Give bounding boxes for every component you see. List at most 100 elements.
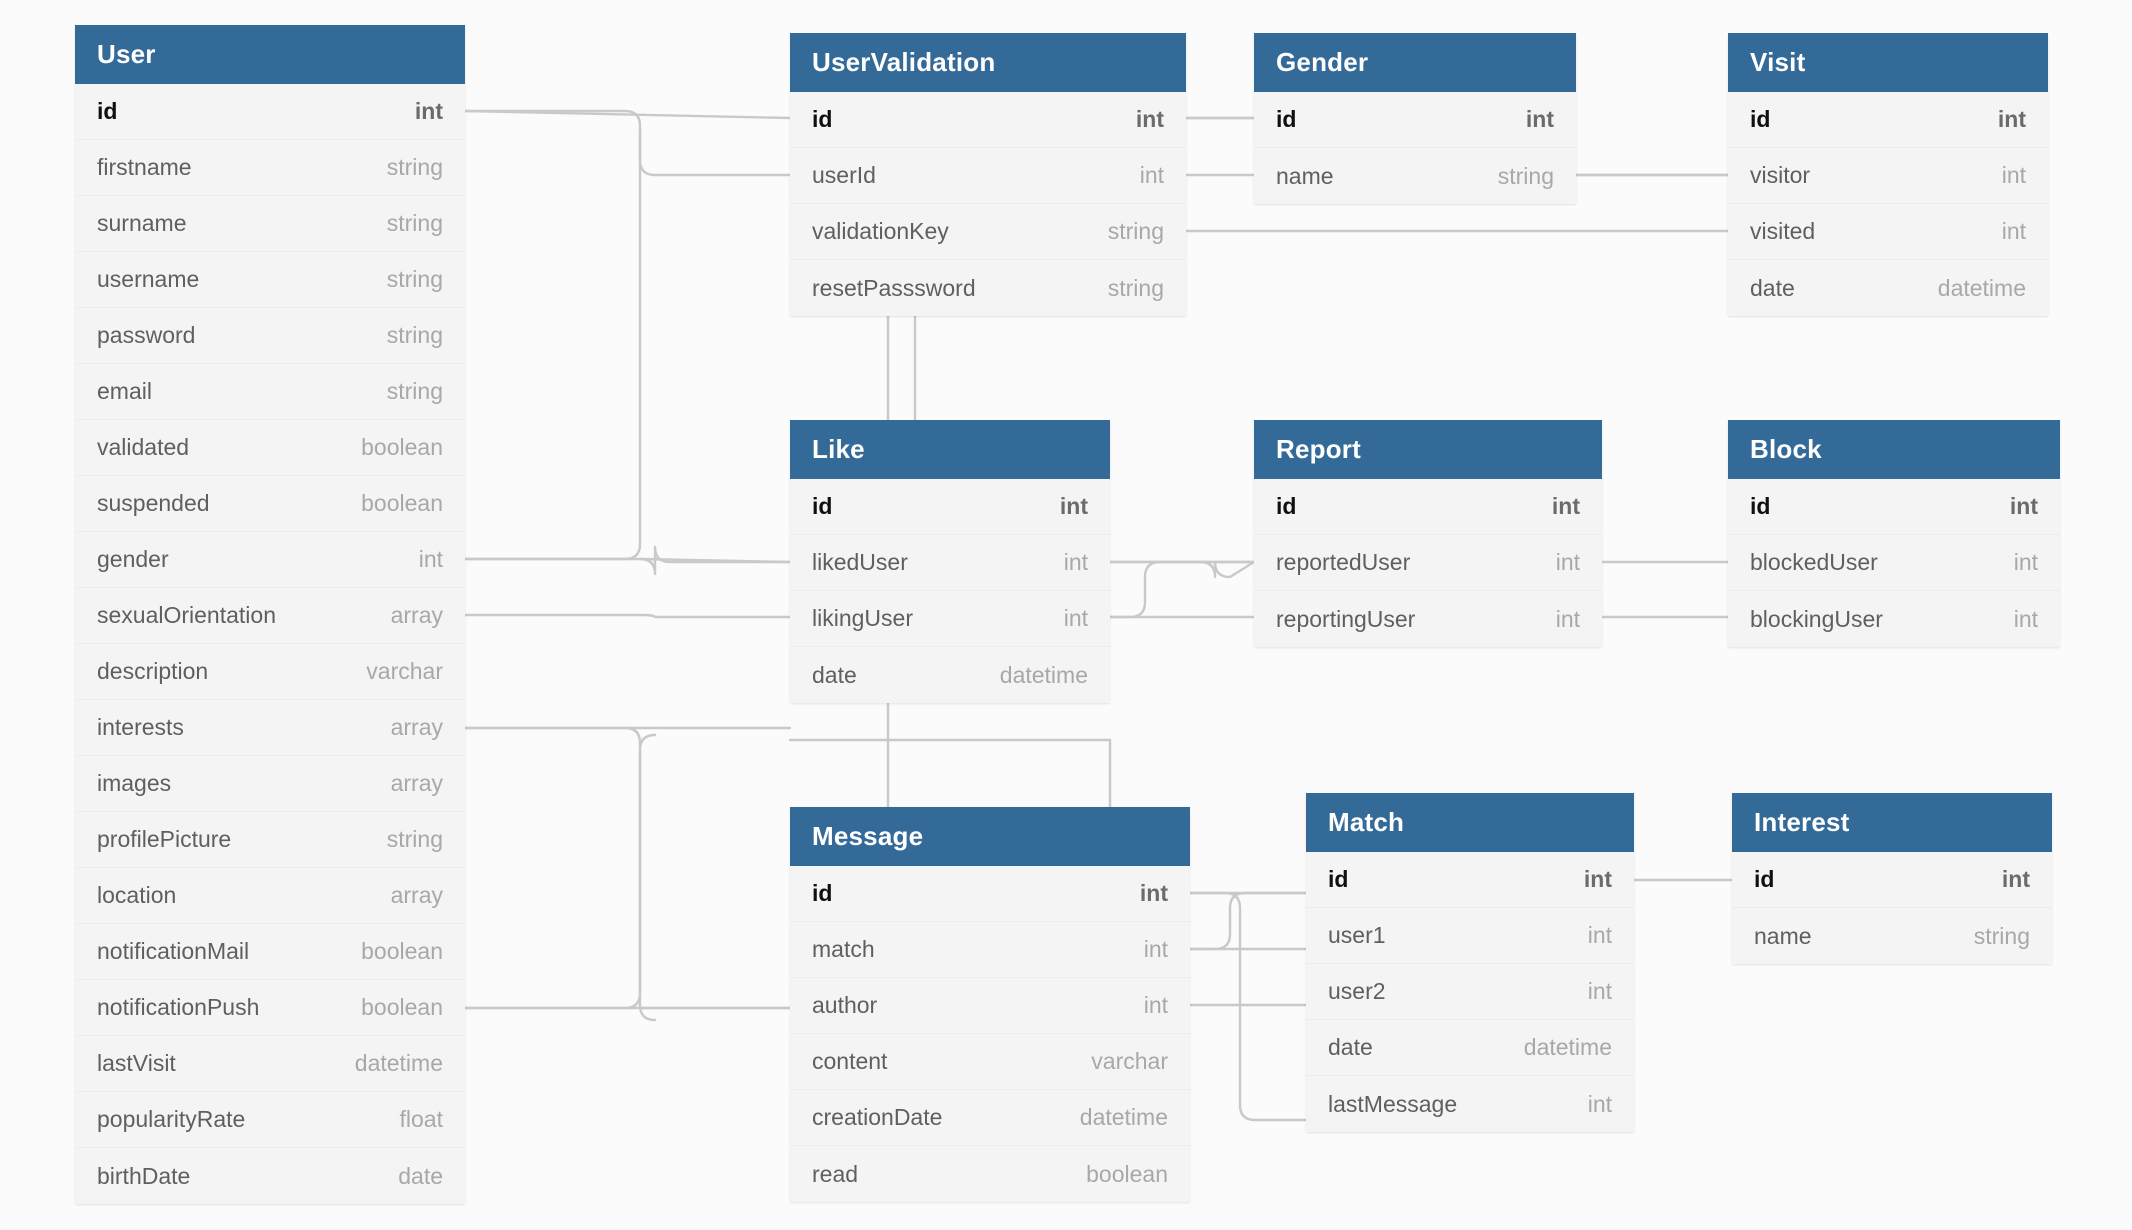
field-type: datetime: [1079, 1104, 1168, 1130]
field-row[interactable]: interests array: [75, 700, 465, 756]
field-row[interactable]: email string: [75, 364, 465, 420]
field-row[interactable]: lastMessage int: [1306, 1076, 1634, 1132]
field-row[interactable]: password string: [75, 308, 465, 364]
entity-table-message[interactable]: Message id int match int author int content varc…: [790, 807, 1190, 1202]
field-name: name: [1276, 162, 1334, 189]
field-name: date: [1750, 274, 1795, 301]
field-name: id: [812, 880, 833, 906]
entity-title-block: Block: [1728, 420, 2060, 479]
entity-title-report: Report: [1254, 420, 1602, 479]
field-name: creationDate: [812, 1104, 943, 1130]
field-row[interactable]: match int: [790, 922, 1190, 978]
entity-table-block[interactable]: Block id int blockedUser int blockingUser int: [1728, 420, 2060, 647]
field-row[interactable]: likedUser int: [790, 535, 1110, 591]
field-name: reportedUser: [1276, 549, 1411, 575]
field-name: likingUser: [812, 605, 913, 631]
field-type: int: [418, 546, 443, 572]
field-row[interactable]: id int: [790, 92, 1186, 148]
field-row[interactable]: sexualOrientation array: [75, 588, 465, 644]
field-name: suspended: [97, 490, 210, 516]
field-row[interactable]: read boolean: [790, 1146, 1190, 1202]
field-type: boolean: [361, 994, 443, 1020]
field-row[interactable]: id int: [1254, 92, 1576, 148]
entity-table-like[interactable]: Like id int likedUser int likingUser int date da…: [790, 420, 1110, 703]
field-row[interactable]: name string: [1254, 148, 1576, 204]
field-row[interactable]: notificationMail boolean: [75, 924, 465, 980]
field-row[interactable]: validated boolean: [75, 420, 465, 476]
field-type: array: [390, 882, 443, 908]
field-row[interactable]: suspended boolean: [75, 476, 465, 532]
entity-table-gender[interactable]: Gender id int name string: [1254, 33, 1576, 204]
field-name: description: [97, 658, 209, 684]
field-name: resetPasssword: [812, 274, 976, 301]
field-type: int: [2001, 218, 2026, 244]
field-type: int: [1143, 936, 1168, 962]
field-row[interactable]: id int: [1254, 479, 1602, 535]
field-row[interactable]: user1 int: [1306, 908, 1634, 964]
entity-table-user[interactable]: User id int firstname string surname string use…: [75, 25, 465, 1204]
field-type: int: [1135, 106, 1164, 132]
field-row[interactable]: images array: [75, 756, 465, 812]
field-row[interactable]: popularityRate float: [75, 1092, 465, 1148]
field-row[interactable]: userId int: [790, 148, 1186, 204]
field-row[interactable]: visitor int: [1728, 148, 2048, 204]
field-row[interactable]: id int: [1732, 852, 2052, 908]
field-row[interactable]: date datetime: [1306, 1020, 1634, 1076]
field-row[interactable]: notificationPush boolean: [75, 980, 465, 1036]
entity-title-message: Message: [790, 807, 1190, 866]
field-name: id: [1276, 493, 1297, 519]
field-row[interactable]: profilePicture string: [75, 812, 465, 868]
field-row[interactable]: id int: [1728, 92, 2048, 148]
field-type: int: [1587, 1090, 1612, 1117]
field-type: string: [386, 154, 443, 180]
entity-title-match: Match: [1306, 793, 1634, 852]
field-row[interactable]: user2 int: [1306, 964, 1634, 1020]
field-name: sexualOrientation: [97, 602, 276, 628]
entity-table-report[interactable]: Report id int reportedUser int reportingUser i…: [1254, 420, 1602, 647]
entity-table-interest[interactable]: Interest id int name string: [1732, 793, 2052, 964]
field-row[interactable]: name string: [1732, 908, 2052, 964]
entity-table-uservalidation[interactable]: UserValidation id int userId int validationKe…: [790, 33, 1186, 316]
field-row[interactable]: lastVisit datetime: [75, 1036, 465, 1092]
field-row[interactable]: id int: [1728, 479, 2060, 535]
field-name: id: [1754, 866, 1775, 892]
field-type: int: [1059, 493, 1088, 519]
field-name: lastVisit: [97, 1050, 176, 1076]
field-type: datetime: [999, 661, 1088, 688]
field-row[interactable]: resetPasssword string: [790, 260, 1186, 316]
field-row[interactable]: reportedUser int: [1254, 535, 1602, 591]
field-row[interactable]: visited int: [1728, 204, 2048, 260]
field-row[interactable]: id int: [790, 866, 1190, 922]
field-row[interactable]: blockedUser int: [1728, 535, 2060, 591]
connector-user-id-uservalidation-userid: [463, 109, 792, 177]
field-row[interactable]: date datetime: [790, 647, 1110, 703]
field-row[interactable]: validationKey string: [790, 204, 1186, 260]
field-type: string: [386, 826, 443, 852]
field-row[interactable]: creationDate datetime: [790, 1090, 1190, 1146]
field-type: float: [399, 1106, 443, 1132]
field-type: int: [2001, 162, 2026, 188]
field-row[interactable]: birthDate date: [75, 1148, 465, 1204]
field-row[interactable]: content varchar: [790, 1034, 1190, 1090]
field-type: int: [1555, 605, 1580, 632]
entity-table-visit[interactable]: Visit id int visitor int visited int date dateti…: [1728, 33, 2048, 316]
field-row[interactable]: blockingUser int: [1728, 591, 2060, 647]
field-type: int: [1143, 992, 1168, 1018]
field-row[interactable]: description varchar: [75, 644, 465, 700]
field-row[interactable]: reportingUser int: [1254, 591, 1602, 647]
field-row[interactable]: id int: [790, 479, 1110, 535]
field-row[interactable]: gender int: [75, 532, 465, 588]
field-row[interactable]: likingUser int: [790, 591, 1110, 647]
field-row[interactable]: location array: [75, 868, 465, 924]
field-row[interactable]: username string: [75, 252, 465, 308]
field-row[interactable]: id int: [75, 84, 465, 140]
field-row[interactable]: firstname string: [75, 140, 465, 196]
field-row[interactable]: author int: [790, 978, 1190, 1034]
entity-field-list: id int reportedUser int reportingUser int: [1254, 479, 1602, 647]
field-type: int: [414, 98, 443, 124]
field-type: int: [1139, 880, 1168, 906]
entity-table-match[interactable]: Match id int user1 int user2 int date datetime la…: [1306, 793, 1634, 1132]
field-row[interactable]: date datetime: [1728, 260, 2048, 316]
field-row[interactable]: surname string: [75, 196, 465, 252]
field-row[interactable]: id int: [1306, 852, 1634, 908]
